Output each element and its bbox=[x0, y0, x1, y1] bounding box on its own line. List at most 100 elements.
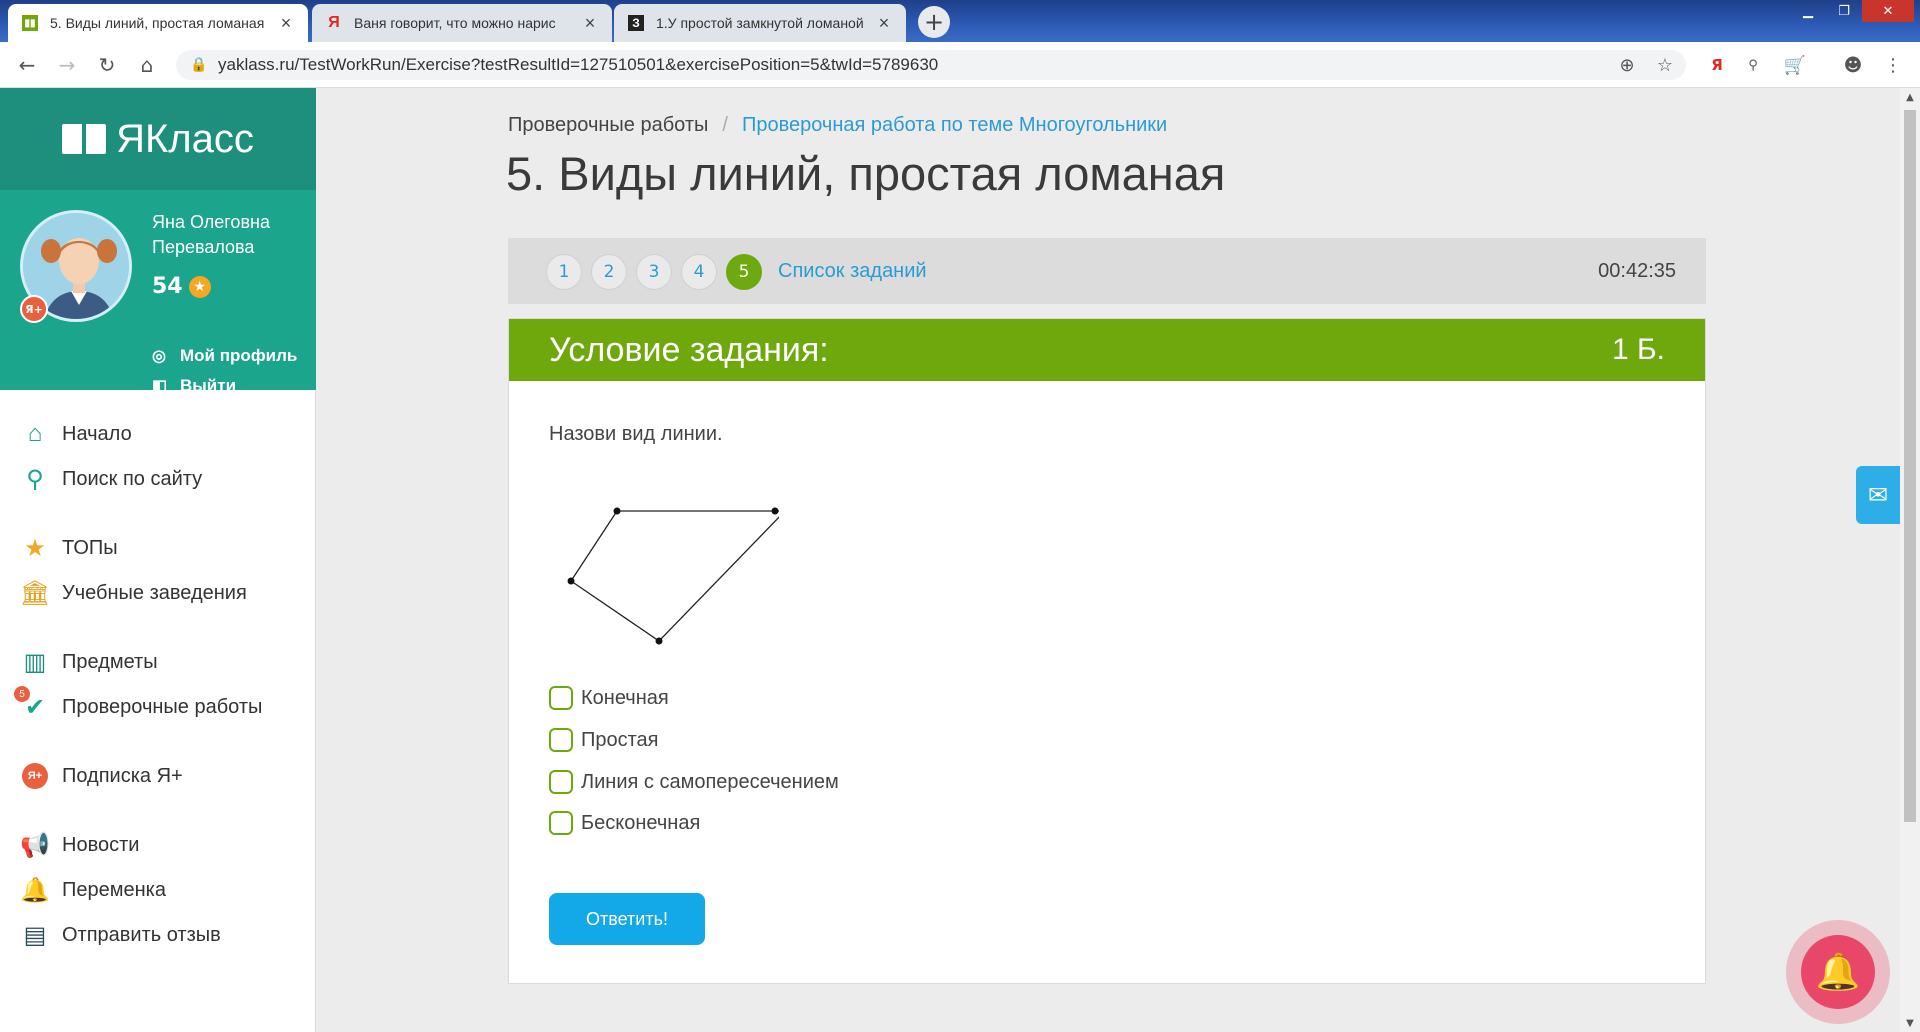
option-infinite[interactable]: Бесконечная bbox=[549, 808, 700, 838]
add-icon[interactable]: ⊕ bbox=[1614, 52, 1640, 78]
logo[interactable]: ЯКласс bbox=[0, 88, 316, 190]
home-icon[interactable]: ⌂ bbox=[132, 50, 162, 80]
sidebar-item-feedback[interactable]: ▤ Отправить отзыв bbox=[20, 917, 221, 953]
breadcrumb-root[interactable]: Проверочные работы bbox=[508, 114, 708, 136]
my-profile-link[interactable]: ◎ Мой профиль bbox=[152, 346, 297, 366]
breadcrumb-separator: / bbox=[722, 114, 728, 136]
breadcrumb-current-link[interactable]: Проверочная работа по теме Многоугольник… bbox=[742, 114, 1167, 136]
scroll-thumb[interactable] bbox=[1904, 110, 1916, 822]
task-number-1[interactable]: 1 bbox=[546, 254, 582, 290]
sidebar-item-tops[interactable]: ★ ТОПы bbox=[20, 530, 117, 566]
notifications-button[interactable]: 🔔 bbox=[1786, 920, 1890, 1024]
megaphone-icon: 📢 bbox=[20, 831, 50, 859]
browser-tab-3[interactable]: З 1.У простой замкнутой ломаной × bbox=[614, 4, 906, 42]
browser-tabbar: ▮▮ 5. Виды линий, простая ломаная × Я Ва… bbox=[0, 0, 1920, 42]
option-label: Бесконечная bbox=[581, 811, 701, 834]
bell-icon: 🔔 bbox=[20, 876, 50, 904]
close-icon[interactable]: × bbox=[582, 13, 598, 34]
sidebar-item-label: Начало bbox=[62, 422, 132, 445]
window-close-icon[interactable]: ✕ bbox=[1862, 0, 1914, 22]
sidebar-item-search[interactable]: ⚲ Поиск по сайту bbox=[20, 461, 202, 497]
maximize-icon[interactable]: ❐ bbox=[1826, 0, 1862, 22]
search-extension-icon[interactable]: ⚲ bbox=[1740, 52, 1766, 78]
address-bar[interactable]: 🔒 yaklass.ru/TestWorkRun/Exercise?testRe… bbox=[176, 50, 1686, 80]
profile-extension-icon[interactable]: ☻ bbox=[1840, 52, 1866, 78]
task-list-link[interactable]: Список заданий bbox=[778, 260, 927, 283]
check-icon: ✔ 5 bbox=[14, 686, 50, 722]
vertex-point bbox=[771, 507, 779, 515]
task-number-3[interactable]: 3 bbox=[636, 254, 672, 290]
page-title: 5. Виды линий, простая ломаная bbox=[506, 147, 1226, 200]
sidebar-item-subscription[interactable]: Я+ Подписка Я+ bbox=[20, 758, 183, 794]
sidebar-item-news[interactable]: 📢 Новости bbox=[20, 827, 139, 863]
minimize-icon[interactable]: ▁ bbox=[1790, 0, 1826, 22]
menu-dots-icon[interactable]: ⋮ bbox=[1880, 52, 1906, 78]
logo-text: ЯКласс bbox=[116, 116, 254, 161]
task-card: Условие задания: 1 Б. Назови вид линии. … bbox=[508, 318, 1706, 984]
back-icon[interactable]: ← bbox=[12, 50, 42, 80]
sidebar-item-label: Переменка bbox=[62, 878, 166, 901]
user-score: 54 ★ bbox=[152, 274, 211, 299]
sidebar-item-label: Поиск по сайту bbox=[62, 467, 203, 490]
polyline-shape bbox=[570, 510, 787, 642]
star-icon: ★ bbox=[24, 534, 46, 562]
checkbox[interactable] bbox=[549, 728, 573, 752]
sidebar-item-label: Отправить отзыв bbox=[62, 923, 221, 946]
checkbox[interactable] bbox=[549, 770, 573, 794]
scroll-down-icon[interactable]: ▼ bbox=[1900, 1014, 1920, 1032]
browser-tab-1[interactable]: ▮▮ 5. Виды линий, простая ломаная × bbox=[8, 4, 308, 42]
cart-icon[interactable]: 🛒 bbox=[1782, 52, 1808, 78]
vertex-point bbox=[655, 637, 663, 645]
sidebar-item-subjects[interactable]: ▥ Предметы bbox=[20, 644, 158, 680]
task-number-2[interactable]: 2 bbox=[591, 254, 627, 290]
page-scrollbar[interactable]: ▲ ▼ bbox=[1900, 88, 1920, 1032]
checkbox[interactable] bbox=[549, 686, 573, 710]
user-name: Яна Олеговна Перевалова bbox=[152, 212, 270, 257]
tab-title: 1.У простой замкнутой ломаной bbox=[656, 15, 864, 31]
option-finite[interactable]: Конечная bbox=[549, 683, 669, 713]
tests-count-badge: 5 bbox=[14, 686, 30, 702]
option-self-intersecting[interactable]: Линия с самопересечением bbox=[549, 767, 839, 797]
task-number-4[interactable]: 4 bbox=[681, 254, 717, 290]
breadcrumb: Проверочные работы / Проверочная работа по… bbox=[508, 114, 1167, 137]
tab-title: Ваня говорит, что можно нарис bbox=[354, 15, 556, 31]
yandex-icon[interactable]: Я bbox=[1704, 52, 1730, 78]
option-label: Конечная bbox=[581, 686, 669, 709]
forward-icon[interactable]: → bbox=[52, 50, 82, 80]
subscription-badge: Я+ bbox=[20, 295, 48, 323]
close-icon[interactable]: × bbox=[876, 13, 892, 34]
profile-panel: Я+ Яна Олеговна Перевалова 54 ★ ◎ Мой пр… bbox=[0, 190, 316, 395]
logout-link[interactable]: ◧ Выйти bbox=[152, 376, 236, 396]
task-condition-title: Условие задания: bbox=[549, 331, 829, 369]
task-card-header: Условие задания: 1 Б. bbox=[509, 319, 1705, 381]
vertex-point bbox=[567, 577, 575, 585]
znanija-favicon-icon: З bbox=[628, 15, 644, 31]
scroll-up-icon[interactable]: ▲ bbox=[1900, 88, 1920, 106]
close-icon[interactable]: × bbox=[278, 13, 294, 34]
task-points: 1 Б. bbox=[1611, 333, 1665, 366]
sidebar: ЯКласс Я+ Яна Олеговна Перевалова 54 ★ ◎… bbox=[0, 88, 316, 1032]
option-simple[interactable]: Простая bbox=[549, 725, 659, 755]
sidebar-item-break[interactable]: 🔔 Переменка bbox=[20, 872, 166, 908]
browser-tab-2[interactable]: Я Ваня говорит, что можно нарис × bbox=[312, 4, 612, 42]
sidebar-item-schools[interactable]: 🏛 Учебные заведения bbox=[20, 575, 247, 611]
sidebar-item-tests[interactable]: ✔ 5 Проверочные работы bbox=[14, 686, 262, 725]
checkbox[interactable] bbox=[549, 811, 573, 835]
user-circle-icon: ◎ bbox=[152, 348, 166, 365]
home-icon: ⌂ bbox=[27, 420, 43, 447]
answer-button[interactable]: Ответить! bbox=[549, 893, 705, 945]
profile-link-label: Мой профиль bbox=[180, 346, 298, 365]
bookmark-star-icon[interactable]: ☆ bbox=[1652, 52, 1678, 78]
task-number-5[interactable]: 5 bbox=[726, 254, 762, 290]
url-text: yaklass.ru/TestWorkRun/Exercise?testResu… bbox=[218, 55, 939, 74]
closed-polyline-diagram bbox=[567, 507, 787, 645]
sidebar-item-label: Предметы bbox=[62, 650, 158, 673]
search-icon: ⚲ bbox=[26, 465, 44, 493]
mail-icon[interactable]: ✉ bbox=[1856, 466, 1900, 524]
sidebar-item-home[interactable]: ⌂ Начало bbox=[20, 416, 132, 452]
book-icon bbox=[62, 124, 107, 154]
reload-icon[interactable]: ↻ bbox=[92, 50, 122, 80]
polyline-figure bbox=[549, 489, 787, 653]
score-value: 54 bbox=[152, 274, 183, 299]
new-tab-button[interactable]: + bbox=[918, 6, 950, 38]
